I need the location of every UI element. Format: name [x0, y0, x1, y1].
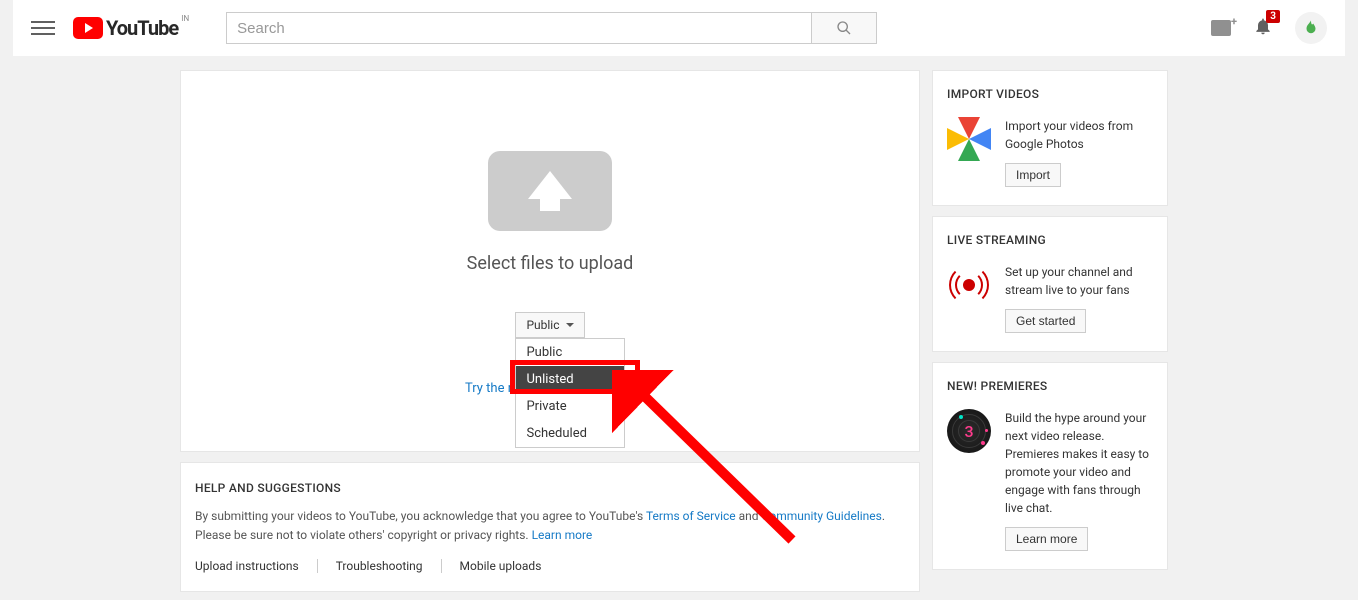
- import-button[interactable]: Import: [1005, 163, 1061, 187]
- try-new-link-left[interactable]: Try the ne: [465, 381, 522, 396]
- live-title: LIVE STREAMING: [947, 233, 1153, 247]
- hamburger-menu-icon[interactable]: [31, 16, 55, 40]
- mobile-uploads-link[interactable]: Mobile uploads: [460, 559, 542, 573]
- header-actions: 3: [1211, 12, 1327, 44]
- premieres-text: Build the hype around your next video re…: [1005, 409, 1153, 517]
- live-streaming-icon: [947, 263, 991, 307]
- import-videos-card: IMPORT VIDEOS Import your videos from Go…: [932, 70, 1168, 206]
- privacy-selected-label: Public: [526, 318, 559, 332]
- chevron-down-icon: [566, 323, 574, 327]
- create-video-icon[interactable]: [1211, 20, 1231, 36]
- live-streaming-card: LIVE STREAMING Set up your channel and s…: [932, 216, 1168, 352]
- flame-icon: [1302, 17, 1320, 39]
- upload-title: Select files to upload: [467, 253, 634, 274]
- premieres-card: NEW! PREMIERES 3 Build the hype around y…: [932, 362, 1168, 570]
- play-icon: [73, 17, 103, 39]
- logo-text: YouTube: [106, 16, 178, 40]
- privacy-option-private[interactable]: Private: [516, 393, 624, 420]
- help-title: HELP AND SUGGESTIONS: [195, 481, 905, 495]
- divider: [441, 559, 442, 573]
- upload-icon[interactable]: [488, 151, 612, 231]
- privacy-option-unlisted[interactable]: Unlisted: [516, 366, 624, 393]
- help-body: By submitting your videos to YouTube, yo…: [195, 507, 905, 545]
- youtube-logo[interactable]: YouTube IN: [73, 16, 178, 40]
- upload-card: Select files to upload Public PublicUnli…: [180, 70, 920, 452]
- search-icon: [836, 20, 852, 36]
- help-card: HELP AND SUGGESTIONS By submitting your …: [180, 462, 920, 592]
- terms-of-service-link[interactable]: Terms of Service: [646, 509, 736, 523]
- import-title: IMPORT VIDEOS: [947, 87, 1153, 101]
- premieres-learn-more-button[interactable]: Learn more: [1005, 527, 1088, 551]
- country-code: IN: [181, 14, 189, 23]
- privacy-select-button[interactable]: Public: [515, 312, 584, 338]
- notification-badge: 3: [1266, 10, 1280, 23]
- premieres-icon: 3: [947, 409, 991, 453]
- import-text: Import your videos from Google Photos: [1005, 117, 1153, 153]
- upload-instructions-link[interactable]: Upload instructions: [195, 559, 299, 573]
- divider: [317, 559, 318, 573]
- search-input[interactable]: [226, 12, 812, 44]
- community-guidelines-link[interactable]: Community Guidelines: [762, 509, 882, 523]
- notifications-button[interactable]: 3: [1253, 16, 1273, 40]
- privacy-select: Public PublicUnlistedPrivateScheduled: [515, 312, 584, 338]
- learn-more-link[interactable]: Learn more: [532, 528, 593, 542]
- avatar[interactable]: [1295, 12, 1327, 44]
- privacy-dropdown: PublicUnlistedPrivateScheduled: [515, 338, 625, 448]
- google-photos-icon: [947, 117, 991, 161]
- premieres-title: NEW! PREMIERES: [947, 379, 1153, 393]
- header: YouTube IN 3: [13, 0, 1345, 56]
- privacy-option-public[interactable]: Public: [516, 339, 624, 366]
- get-started-button[interactable]: Get started: [1005, 309, 1086, 333]
- help-links: Upload instructions Troubleshooting Mobi…: [195, 559, 905, 573]
- privacy-option-scheduled[interactable]: Scheduled: [516, 420, 624, 447]
- search-group: [226, 12, 877, 44]
- search-button[interactable]: [812, 12, 877, 44]
- live-text: Set up your channel and stream live to y…: [1005, 263, 1153, 299]
- try-new-link-right[interactable]: ce: [633, 381, 647, 396]
- troubleshooting-link[interactable]: Troubleshooting: [336, 559, 423, 573]
